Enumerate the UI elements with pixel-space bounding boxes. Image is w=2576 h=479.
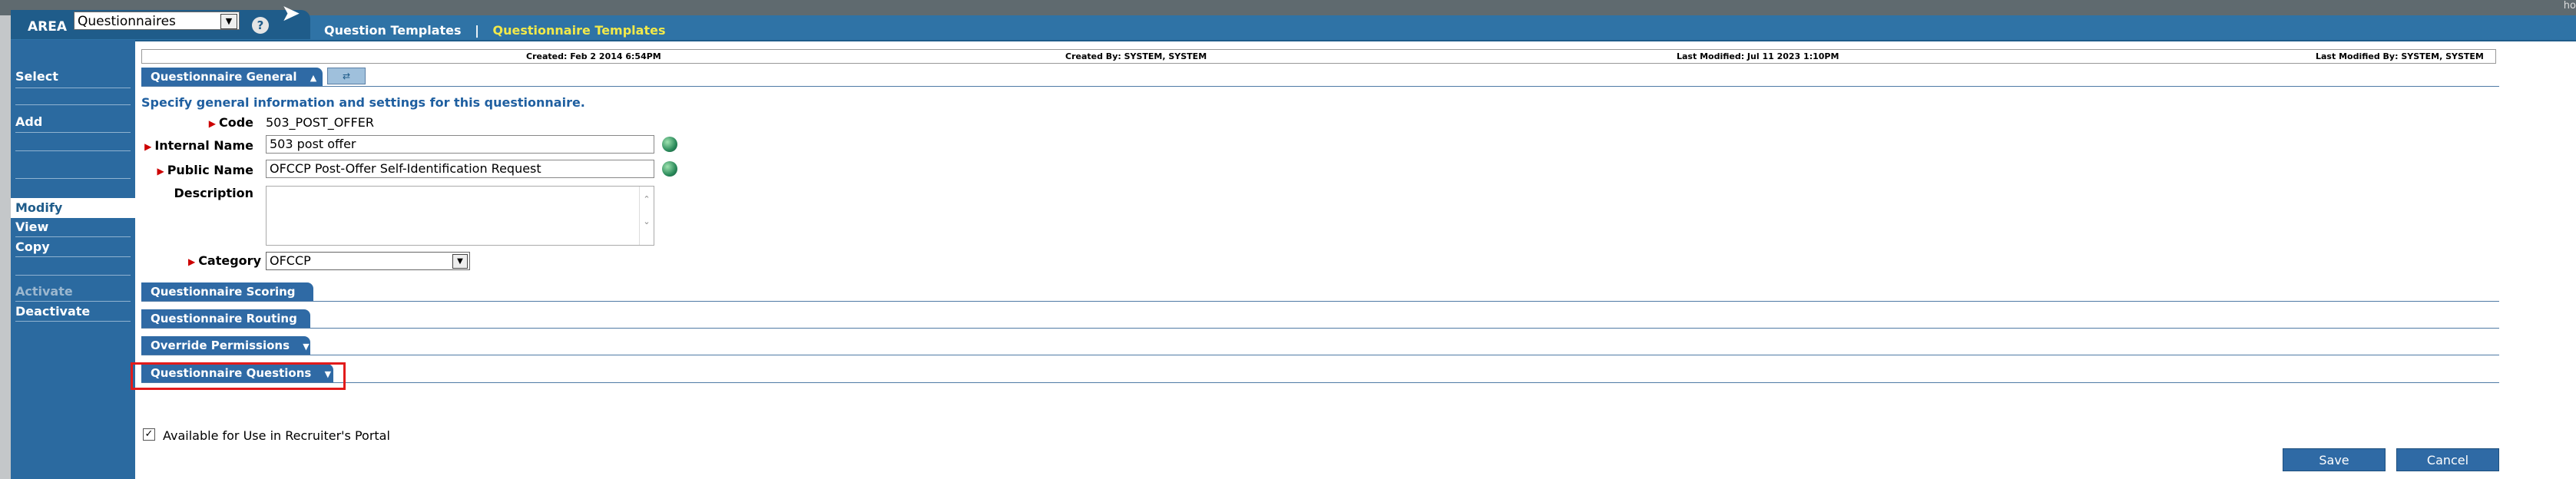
sidebar-divider: [15, 275, 131, 276]
recruiter-portal-label: Available for Use in Recruiter's Portal: [163, 428, 390, 443]
section-title: Questionnaire Scoring: [151, 285, 296, 299]
last-modified-by: Last Modified By: SYSTEM, SYSTEM: [2316, 51, 2484, 61]
save-button[interactable]: Save: [2283, 448, 2386, 471]
internal-name-label-text: Internal Name: [154, 138, 253, 153]
public-name-label: ▶ Public Name: [151, 163, 253, 177]
description-label: Description: [174, 186, 253, 200]
sidebar: Select Add Modify View Copy Activate Dea…: [11, 40, 135, 479]
highlight-box: [131, 362, 346, 390]
created-date: Created: Feb 2 2014 6:54PM: [526, 51, 661, 61]
created-by: Created By: SYSTEM, SYSTEM: [1065, 51, 1207, 61]
record-info-bar: Created: Feb 2 2014 6:54PM Created By: S…: [141, 49, 2496, 64]
area-select-value: Questionnaires: [78, 14, 176, 29]
scroll-up-icon[interactable]: ⌃: [640, 194, 654, 204]
section-permissions-tab[interactable]: Override Permissions ▼: [141, 336, 310, 355]
area-label: AREA: [28, 19, 68, 35]
public-name-label-text: Public Name: [167, 163, 253, 177]
section-routing-tab[interactable]: Questionnaire Routing ▼: [141, 309, 310, 343]
internal-name-label: ▶ Internal Name: [143, 138, 253, 153]
section-intro: Specify general information and settings…: [141, 95, 585, 110]
sidebar-item-label: Modify: [15, 200, 63, 215]
required-icon: ▶: [144, 141, 152, 152]
code-value: 503_POST_OFFER: [266, 115, 374, 130]
globe-icon[interactable]: [662, 161, 677, 177]
category-label-text: Category: [198, 253, 261, 268]
chevron-down-icon[interactable]: ▼: [452, 254, 468, 269]
sidebar-divider: [15, 321, 131, 322]
sidebar-item-deactivate[interactable]: Deactivate: [15, 304, 90, 319]
sidebar-divider: [15, 256, 131, 257]
sidebar-item-add[interactable]: Add: [15, 114, 42, 129]
mouse-cursor-icon: ➤: [281, 0, 301, 27]
section-scoring-tab[interactable]: Questionnaire Scoring ▼: [141, 282, 313, 316]
scrollbar[interactable]: ⌃ ⌄: [639, 187, 654, 245]
section-title: Questionnaire Routing: [151, 312, 297, 325]
sidebar-divider: [15, 178, 131, 179]
section-divider: [141, 86, 2499, 87]
chevron-down-icon: ▼: [303, 342, 310, 352]
required-icon: ▶: [187, 256, 196, 267]
nav-question-templates[interactable]: Question Templates: [324, 23, 462, 38]
nav-questionnaire-templates[interactable]: Questionnaire Templates: [493, 23, 666, 38]
sidebar-divider: [15, 132, 131, 133]
sidebar-item-modify[interactable]: Modify: [11, 198, 135, 218]
code-label-text: Code: [218, 115, 253, 130]
corner-text: ho: [2563, 0, 2576, 12]
category-select-value: OFCCP: [270, 253, 311, 268]
section-divider: [141, 382, 2499, 383]
header-nav: Question Templates | Questionnaire Templ…: [324, 23, 665, 38]
sidebar-divider: [15, 301, 131, 302]
cancel-button[interactable]: Cancel: [2396, 448, 2499, 471]
description-textarea[interactable]: ⌃ ⌄: [266, 186, 654, 246]
section-divider: [141, 301, 2499, 302]
nav-separator: |: [475, 23, 479, 38]
code-label: ▶ Code: [207, 115, 253, 130]
sidebar-divider: [15, 150, 131, 151]
sidebar-item-copy[interactable]: Copy: [15, 240, 50, 254]
scroll-down-icon[interactable]: ⌄: [640, 216, 654, 226]
public-name-input[interactable]: OFCCP Post-Offer Self-Identification Req…: [266, 160, 654, 178]
last-modified-date: Last Modified: Jul 11 2023 1:10PM: [1677, 51, 1839, 61]
sidebar-divider: [15, 236, 131, 237]
help-icon[interactable]: ?: [252, 17, 269, 34]
sidebar-item-activate: Activate: [15, 284, 73, 299]
sidebar-divider: [15, 104, 131, 105]
category-label: ▶ Category: [181, 253, 261, 268]
sidebar-item-select[interactable]: Select: [15, 69, 58, 84]
swap-icon[interactable]: ⇄: [327, 68, 366, 84]
section-divider: [141, 328, 2499, 329]
required-icon: ▶: [157, 166, 164, 177]
section-title: Questionnaire General: [151, 70, 297, 84]
area-select[interactable]: Questionnaires ▼: [74, 12, 240, 30]
chevron-down-icon[interactable]: ▼: [220, 14, 237, 29]
left-strip: [0, 15, 11, 479]
globe-icon[interactable]: [662, 137, 677, 152]
internal-name-input[interactable]: 503 post offer: [266, 135, 654, 154]
chevron-up-icon: ▲: [310, 73, 317, 83]
section-general-tab[interactable]: Questionnaire General ▲: [141, 68, 323, 86]
required-icon: ▶: [208, 118, 216, 129]
category-select[interactable]: OFCCP ▼: [266, 252, 470, 270]
section-title: Override Permissions: [151, 339, 290, 352]
top-bar: ho: [0, 0, 2576, 15]
recruiter-portal-checkbox[interactable]: ✓: [143, 428, 155, 441]
sidebar-item-view[interactable]: View: [15, 220, 48, 234]
